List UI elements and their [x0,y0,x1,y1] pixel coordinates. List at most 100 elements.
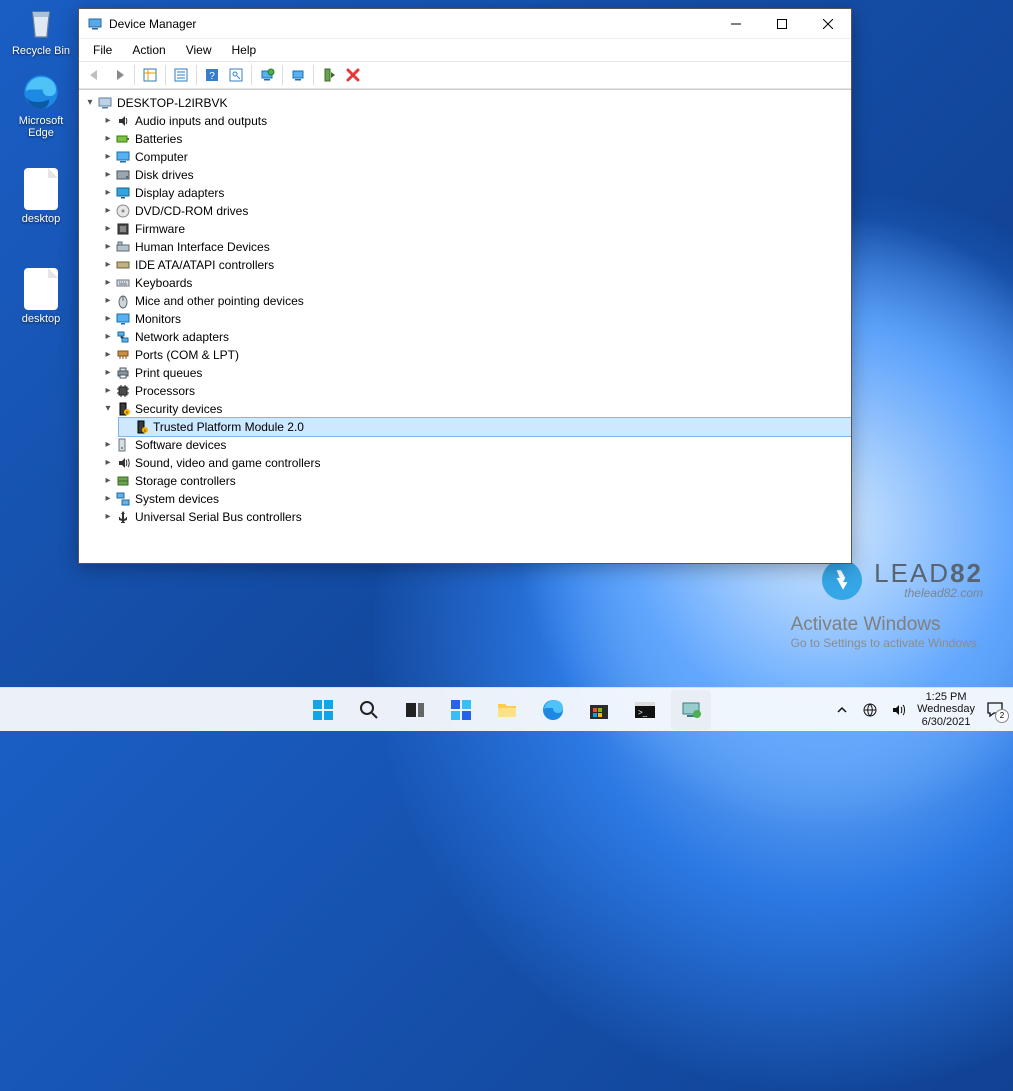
expand-icon[interactable]: ▸ [101,238,115,256]
toolbar-find[interactable] [224,63,248,87]
toolbar-properties[interactable] [169,63,193,87]
expand-icon[interactable]: ▸ [101,328,115,346]
taskbar-store[interactable] [579,690,619,730]
tree-category[interactable]: ▸DVD/CD-ROM drives [101,202,851,220]
toolbar-uninstall[interactable] [341,63,365,87]
tree-category[interactable]: ▸Disk drives [101,166,851,184]
tree-root[interactable]: ▾ DESKTOP-L2IRBVK [83,94,851,112]
toolbar-show-hidden[interactable] [138,63,162,87]
expand-icon[interactable]: ▸ [101,292,115,310]
collapse-icon[interactable]: ▾ [83,94,97,112]
tree-category[interactable]: ▸Computer [101,148,851,166]
desktop-icon-edge[interactable]: Microsoft Edge [5,72,77,139]
tree-category[interactable]: ▸Audio inputs and outputs [101,112,851,130]
expand-icon[interactable]: ▸ [101,472,115,490]
tree-label: Storage controllers [135,472,236,490]
tree-category[interactable]: ▸Processors [101,382,851,400]
minimize-button[interactable] [713,9,759,39]
file-icon [24,168,58,210]
tree-category[interactable]: ▸ Monitors [101,310,851,328]
menu-help[interactable]: Help [224,40,265,60]
tree-category[interactable]: ▸ Storage controllers [101,472,851,490]
toolbar-update-driver[interactable] [255,63,279,87]
tree-label: Batteries [135,130,182,148]
taskbar-edge[interactable] [533,690,573,730]
system-icon [115,491,131,507]
printer-icon [115,365,131,381]
desktop-icon-recycle-bin[interactable]: Recycle Bin [5,2,77,57]
tree-category[interactable]: ▸Print queues [101,364,851,382]
tree-label: Monitors [135,310,181,328]
collapse-icon[interactable]: ▾ [101,400,115,418]
expand-icon[interactable]: ▸ [101,130,115,148]
menu-action[interactable]: Action [124,40,173,60]
tree-device[interactable]: ▸Trusted Platform Module 2.0 [119,418,851,436]
notifications-icon[interactable] [985,699,1007,721]
tree-category[interactable]: ▸Sound, video and game controllers [101,454,851,472]
taskbar: >_ 1:25 PM Wednesday 6/30/2021 [0,687,1013,731]
titlebar[interactable]: Device Manager [79,9,851,39]
expand-icon[interactable]: ▸ [101,274,115,292]
expand-icon[interactable]: ▸ [101,454,115,472]
device-tree[interactable]: ▾ DESKTOP-L2IRBVK ▸Audio inputs and outp… [79,89,851,563]
tree-category[interactable]: ▸ Human Interface Devices [101,238,851,256]
expand-icon[interactable]: ▸ [101,364,115,382]
expand-icon[interactable]: ▸ [101,436,115,454]
tree-category[interactable]: ▸IDE ATA/ATAPI controllers [101,256,851,274]
toolbar-back[interactable] [83,63,107,87]
taskbar-task-view[interactable] [395,690,435,730]
tree-label: Firmware [135,220,185,238]
expand-icon[interactable]: ▸ [101,184,115,202]
toolbar-enable[interactable] [317,63,341,87]
dvd-icon [115,203,131,219]
taskbar-widgets[interactable] [441,690,481,730]
maximize-button[interactable] [759,9,805,39]
tree-category[interactable]: ▸Network adapters [101,328,851,346]
tree-category[interactable]: ▸Keyboards [101,274,851,292]
tree-category[interactable]: ▸Display adapters [101,184,851,202]
desktop-icon-label: desktop [5,213,77,225]
expand-icon[interactable]: ▸ [101,346,115,364]
tree-category[interactable]: ▸System devices [101,490,851,508]
toolbar-scan-hardware[interactable] [286,63,310,87]
tree-category[interactable]: ▸Mice and other pointing devices [101,292,851,310]
expand-icon[interactable]: ▸ [101,256,115,274]
taskbar-clock[interactable]: 1:25 PM Wednesday 6/30/2021 [917,691,975,729]
activate-sub: Go to Settings to activate Windows. [791,636,980,650]
expand-icon[interactable]: ▸ [101,382,115,400]
desktop-icon-file-2[interactable]: desktop [5,268,77,325]
tree-label: Trusted Platform Module 2.0 [153,418,304,436]
tree-category[interactable]: ▸Ports (COM & LPT) [101,346,851,364]
expand-icon[interactable]: ▸ [101,148,115,166]
tree-category[interactable]: ▸Software devices [101,436,851,454]
taskbar-file-explorer[interactable] [487,690,527,730]
expand-icon[interactable]: ▸ [101,220,115,238]
clock-day: Wednesday [917,703,975,716]
toolbar-help[interactable]: ? [200,63,224,87]
expand-icon[interactable]: ▸ [101,490,115,508]
tree-category[interactable]: ▸Universal Serial Bus controllers [101,508,851,526]
expand-icon[interactable]: ▸ [101,202,115,220]
taskbar-search[interactable] [349,690,389,730]
menu-file[interactable]: File [85,40,120,60]
tree-category[interactable]: ▸ Batteries [101,130,851,148]
tray-volume-icon[interactable] [889,701,907,719]
tray-network-icon[interactable] [861,701,879,719]
tree-category[interactable]: ▾Security devices [101,400,851,418]
watermark-brand-bold: 82 [950,558,983,588]
tree-label: Human Interface Devices [135,238,270,256]
toolbar-forward[interactable] [107,63,131,87]
tree-category[interactable]: ▸ Firmware [101,220,851,238]
tray-chevron-icon[interactable] [833,701,851,719]
close-button[interactable] [805,9,851,39]
expand-icon[interactable]: ▸ [101,310,115,328]
taskbar-device-manager[interactable] [671,690,711,730]
taskbar-start[interactable] [303,690,343,730]
taskbar-cmd[interactable]: >_ [625,690,665,730]
watermark-site: thelead82.com [874,586,983,600]
menu-view[interactable]: View [178,40,220,60]
expand-icon[interactable]: ▸ [101,508,115,526]
desktop-icon-file-1[interactable]: desktop [5,168,77,225]
expand-icon[interactable]: ▸ [101,112,115,130]
expand-icon[interactable]: ▸ [101,166,115,184]
